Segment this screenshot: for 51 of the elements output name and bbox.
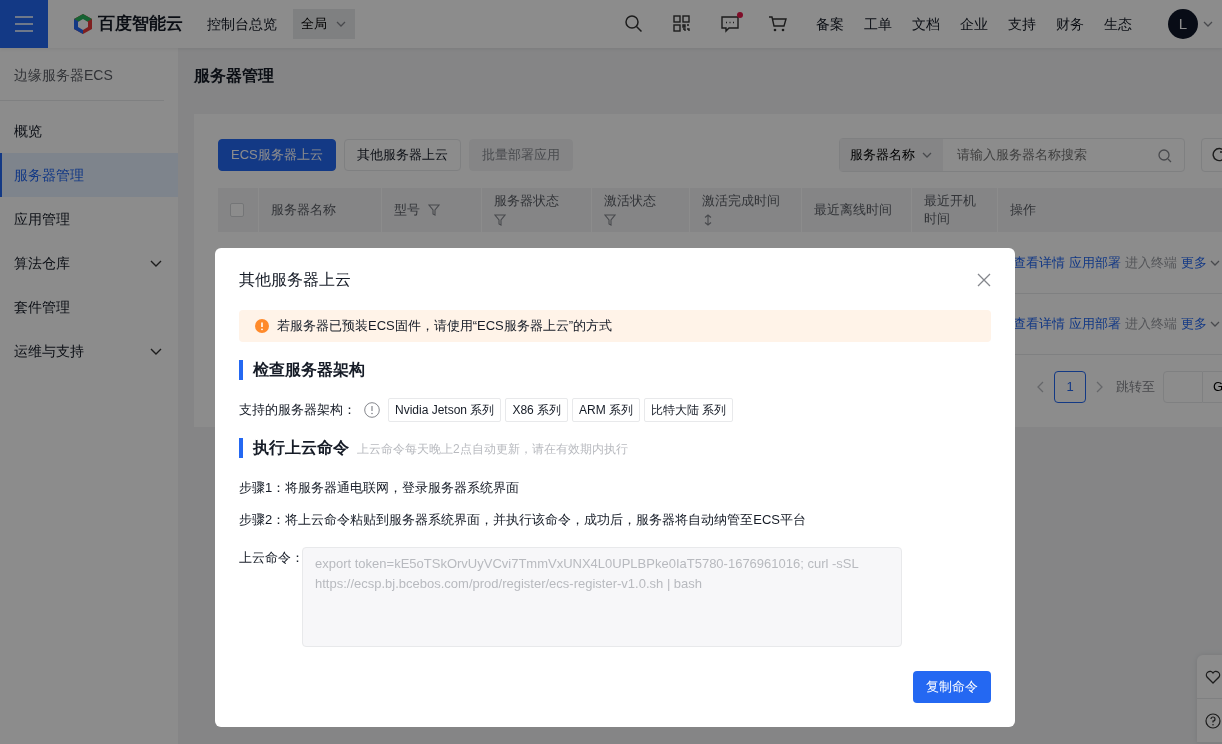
- dialog-title: 其他服务器上云: [239, 270, 351, 290]
- column-header: 最近离线时间: [813, 201, 892, 219]
- action-link[interactable]: 更多: [1181, 252, 1207, 272]
- toolbar-button[interactable]: ECS服务器上云: [218, 139, 336, 171]
- architecture-tag: 比特大陆 系列: [644, 398, 734, 422]
- column-header: 最近开机时间: [923, 192, 977, 228]
- column-header: 激活状态: [603, 193, 656, 208]
- architecture-tag: ARM 系列: [572, 398, 641, 422]
- sidebar-item[interactable]: 运维与支持: [0, 329, 178, 373]
- sidebar-item[interactable]: 算法仓库: [0, 241, 178, 285]
- nav-link[interactable]: 财务: [1056, 13, 1084, 35]
- column-header: 操作: [1009, 201, 1036, 219]
- field-label: 上云命令：: [239, 549, 302, 567]
- column-header: 服务器名称: [270, 201, 336, 219]
- logo-text: 百度智能云: [98, 13, 183, 36]
- column-header: 型号: [393, 201, 420, 219]
- region-select[interactable]: 全局: [293, 9, 355, 39]
- section-title: 执行上云命令: [239, 438, 349, 458]
- toolbar-button[interactable]: 其他服务器上云: [343, 139, 461, 171]
- jump-label: 跳转至: [1116, 377, 1155, 396]
- search-field-select[interactable]: 服务器名称: [839, 139, 943, 171]
- field-label: 支持的服务器架构：: [239, 401, 356, 420]
- column-header: 激活完成时间: [701, 193, 780, 208]
- search-field[interactable]: 服务器名称 请输入服务器名称搜索: [838, 138, 1185, 172]
- nav-link[interactable]: 企业: [960, 13, 988, 35]
- nav-link[interactable]: 生态: [1104, 13, 1132, 35]
- copy-button[interactable]: 复制命令: [913, 671, 991, 703]
- step-text: 步骤2：将上云命令粘贴到服务器系统界面，并执行该命令，成功后，服务器将自动纳管至ECS平台: [239, 510, 807, 529]
- column-header: 服务器状态: [493, 193, 559, 208]
- alert-text: 若服务器已预装ECS固件，请使用“ECS服务器上云”的方式: [277, 317, 613, 336]
- sidebar-item[interactable]: 概览: [0, 109, 178, 153]
- step-text: 步骤1：将服务器通电联网，登录服务器系统界面: [239, 479, 521, 497]
- page-button[interactable]: 1: [1054, 370, 1086, 403]
- action-link[interactable]: 应用部署: [1069, 313, 1121, 334]
- sidebar-title: 边缘服务器ECS: [0, 48, 164, 101]
- architecture-tag: Nvidia Jetson 系列: [388, 398, 502, 422]
- action-link[interactable]: 更多: [1181, 313, 1207, 334]
- section-title: 检查服务器架构: [239, 360, 365, 380]
- console-link[interactable]: 控制台总览: [207, 13, 277, 35]
- sidebar-item[interactable]: 应用管理: [0, 197, 178, 241]
- nav-link[interactable]: 备案: [816, 13, 844, 35]
- page-title: 服务器管理: [193, 66, 275, 86]
- nav-link[interactable]: 工单: [864, 13, 892, 35]
- nav-link[interactable]: 支持: [1008, 13, 1036, 35]
- architecture-tag: X86 系列: [505, 398, 569, 422]
- go-button[interactable]: G: [1203, 370, 1222, 403]
- sidebar-item[interactable]: 套件管理: [0, 285, 178, 329]
- sidebar-item[interactable]: 服务器管理: [0, 153, 178, 197]
- nav-link[interactable]: 文档: [912, 13, 940, 35]
- action-link[interactable]: 应用部署: [1069, 252, 1121, 272]
- avatar[interactable]: L: [1168, 9, 1198, 39]
